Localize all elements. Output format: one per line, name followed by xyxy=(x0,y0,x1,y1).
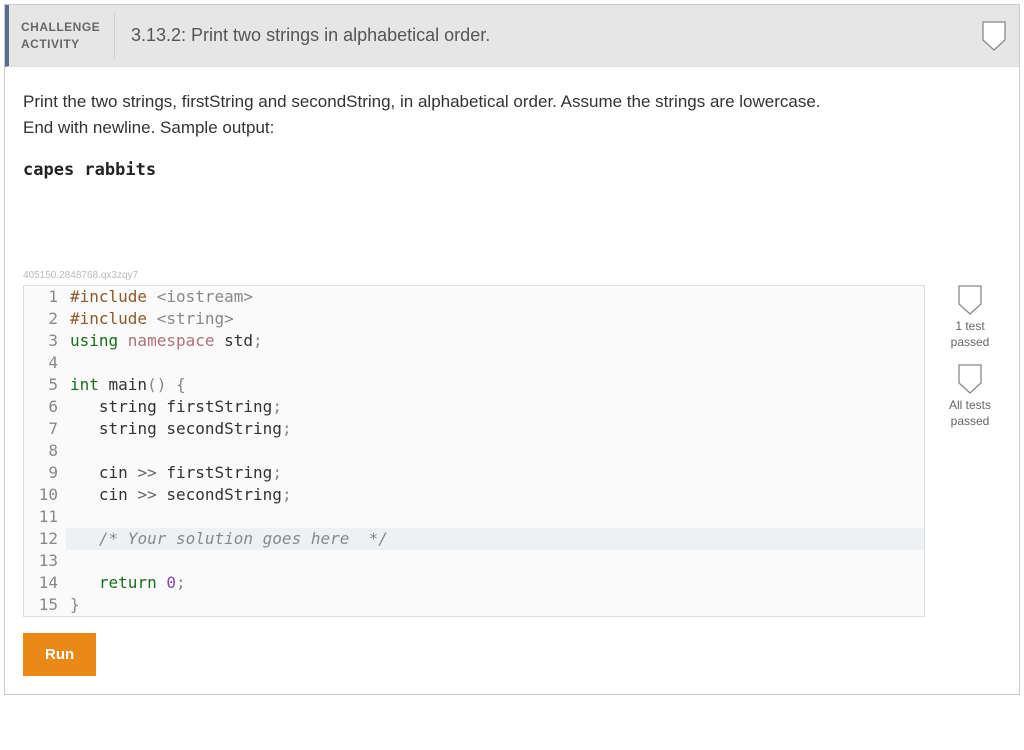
prompt-line2: End with newline. Sample output: xyxy=(23,118,274,137)
shield-icon xyxy=(957,285,983,315)
prompt-text: Print the two strings, firstString and s… xyxy=(23,89,1001,140)
shield-icon xyxy=(957,364,983,394)
code-line: 13 xyxy=(24,550,924,572)
code-line: 15} xyxy=(24,594,924,616)
code-line: 10 cin >> secondString; xyxy=(24,484,924,506)
code-line: 7 string secondString; xyxy=(24,418,924,440)
run-button[interactable]: Run xyxy=(23,633,96,676)
meta-id: 405150.2848768.qx3zqy7 xyxy=(23,270,1001,281)
header-label: CHALLENGE ACTIVITY xyxy=(9,5,114,66)
challenge-header: CHALLENGE ACTIVITY 3.13.2: Print two str… xyxy=(5,5,1019,67)
code-line: 8 xyxy=(24,440,924,462)
prompt-line1: Print the two strings, firstString and s… xyxy=(23,92,821,111)
sample-output: capes rabbits xyxy=(23,160,1001,180)
status-all-tests-label: All tests passed xyxy=(939,398,1001,429)
code-line: 1#include <iostream> xyxy=(24,286,924,308)
header-label-line2: ACTIVITY xyxy=(21,36,114,53)
challenge-body: Print the two strings, firstString and s… xyxy=(5,67,1019,694)
code-editor[interactable]: 1#include <iostream> 2#include <string> … xyxy=(23,285,925,617)
code-line: 11 xyxy=(24,506,924,528)
status-column: 1 test passed All tests passed xyxy=(939,285,1001,443)
code-line: 14 return 0; xyxy=(24,572,924,594)
code-line: 3using namespace std; xyxy=(24,330,924,352)
challenge-card: CHALLENGE ACTIVITY 3.13.2: Print two str… xyxy=(4,4,1020,695)
editor-row: 1#include <iostream> 2#include <string> … xyxy=(23,285,1001,617)
badge-slot xyxy=(979,5,1019,66)
code-line: 2#include <string> xyxy=(24,308,924,330)
shield-icon xyxy=(981,21,1007,51)
status-one-test-label: 1 test passed xyxy=(939,319,1001,350)
code-line: 9 cin >> firstString; xyxy=(24,462,924,484)
status-one-test: 1 test passed xyxy=(939,285,1001,350)
code-line: 5int main() { xyxy=(24,374,924,396)
code-line-active: 12 /* Your solution goes here */ xyxy=(24,528,924,550)
code-line: 4 xyxy=(24,352,924,374)
challenge-title: 3.13.2: Print two strings in alphabetica… xyxy=(115,5,979,66)
status-all-tests: All tests passed xyxy=(939,364,1001,429)
header-label-line1: CHALLENGE xyxy=(21,19,114,36)
code-line: 6 string firstString; xyxy=(24,396,924,418)
